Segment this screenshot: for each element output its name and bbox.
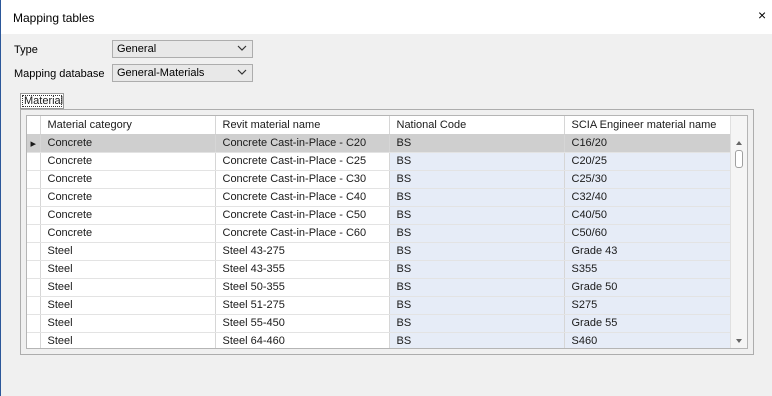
material-category-cell[interactable]: Steel: [40, 314, 216, 333]
material-category-cell[interactable]: Steel: [40, 332, 216, 348]
national-code-cell[interactable]: BS: [389, 278, 565, 297]
column-header-scia-material-name[interactable]: SCIA Engineer material name: [564, 116, 740, 135]
table-row[interactable]: Steel Steel 43-355 BS S355: [27, 260, 740, 279]
revit-material-cell[interactable]: Steel 55-450: [215, 314, 390, 333]
material-category-cell[interactable]: Steel: [40, 296, 216, 315]
national-code-cell[interactable]: BS: [389, 134, 565, 153]
table-row[interactable]: Concrete Concrete Cast-in-Place - C30 BS…: [27, 170, 740, 189]
chevron-down-icon: [237, 69, 247, 75]
table-row[interactable]: Concrete Concrete Cast-in-Place - C50 BS…: [27, 206, 740, 225]
revit-material-cell[interactable]: Steel 51-275: [215, 296, 390, 315]
material-table: Material category Revit material name Na…: [27, 116, 740, 348]
material-category-cell[interactable]: Steel: [40, 242, 216, 261]
revit-material-cell[interactable]: Concrete Cast-in-Place - C20: [215, 134, 390, 153]
material-category-cell[interactable]: Concrete: [40, 170, 216, 189]
scia-material-cell[interactable]: S275: [564, 296, 740, 315]
scia-material-cell[interactable]: Grade 55: [564, 314, 740, 333]
scia-material-cell[interactable]: C50/60: [564, 224, 740, 243]
close-button[interactable]: ×: [758, 5, 772, 27]
material-grid[interactable]: Material category Revit material name Na…: [26, 115, 748, 349]
national-code-cell[interactable]: BS: [389, 296, 565, 315]
column-header-material-category[interactable]: Material category: [40, 116, 216, 135]
scrollbar-thumb[interactable]: [735, 150, 743, 168]
column-header-national-code[interactable]: National Code: [389, 116, 565, 135]
material-category-cell[interactable]: Concrete: [40, 152, 216, 171]
national-code-cell[interactable]: BS: [389, 260, 565, 279]
national-code-cell[interactable]: BS: [389, 206, 565, 225]
national-code-cell[interactable]: BS: [389, 224, 565, 243]
revit-material-cell[interactable]: Concrete Cast-in-Place - C50: [215, 206, 390, 225]
table-row[interactable]: Steel Steel 50-355 BS Grade 50: [27, 278, 740, 297]
table-row[interactable]: Concrete Concrete Cast-in-Place - C40 BS…: [27, 188, 740, 207]
national-code-cell[interactable]: BS: [389, 314, 565, 333]
material-category-cell[interactable]: Steel: [40, 260, 216, 279]
focus-outline: [22, 95, 62, 107]
title-bar: Mapping tables ×: [1, 0, 772, 34]
tab-material[interactable]: Material: [20, 93, 64, 109]
table-row[interactable]: Concrete Concrete Cast-in-Place - C25 BS…: [27, 152, 740, 171]
revit-material-cell[interactable]: Steel 50-355: [215, 278, 390, 297]
revit-material-cell[interactable]: Steel 43-355: [215, 260, 390, 279]
type-select[interactable]: General: [112, 40, 253, 58]
revit-material-cell[interactable]: Concrete Cast-in-Place - C25: [215, 152, 390, 171]
table-row[interactable]: Steel Steel 43-275 BS Grade 43: [27, 242, 740, 261]
table-row[interactable]: ▸ Concrete Concrete Cast-in-Place - C20 …: [27, 134, 740, 153]
mapping-tables-dialog: Mapping tables × Type General Mapping da…: [0, 0, 772, 396]
revit-material-cell[interactable]: Concrete Cast-in-Place - C60: [215, 224, 390, 243]
scia-material-cell[interactable]: S460: [564, 332, 740, 348]
row-selector[interactable]: [27, 206, 41, 225]
mapping-database-value: General-Materials: [117, 67, 205, 79]
row-selector[interactable]: [27, 170, 41, 189]
row-selector[interactable]: [27, 296, 41, 315]
scia-material-cell[interactable]: C25/30: [564, 170, 740, 189]
revit-material-cell[interactable]: Steel 43-275: [215, 242, 390, 261]
table-row[interactable]: Steel Steel 55-450 BS Grade 55: [27, 314, 740, 333]
row-selector[interactable]: [27, 332, 41, 348]
scroll-down-arrow-icon[interactable]: [734, 336, 744, 346]
chevron-down-icon: [237, 45, 247, 51]
mapping-database-label: Mapping database: [14, 68, 105, 80]
material-group-box: Material category Revit material name Na…: [20, 109, 754, 355]
national-code-cell[interactable]: BS: [389, 242, 565, 261]
column-header-revit-material-name[interactable]: Revit material name: [215, 116, 390, 135]
window-title: Mapping tables: [13, 11, 95, 25]
type-select-value: General: [117, 43, 157, 55]
material-category-cell[interactable]: Concrete: [40, 134, 216, 153]
scia-material-cell[interactable]: C20/25: [564, 152, 740, 171]
scia-material-cell[interactable]: S355: [564, 260, 740, 279]
material-category-cell[interactable]: Concrete: [40, 224, 216, 243]
row-selector[interactable]: [27, 278, 41, 297]
vertical-scrollbar[interactable]: [730, 116, 747, 348]
row-selector-header: [27, 116, 41, 135]
row-selector[interactable]: [27, 188, 41, 207]
row-selector[interactable]: [27, 260, 41, 279]
scia-material-cell[interactable]: C16/20: [564, 134, 740, 153]
national-code-cell[interactable]: BS: [389, 170, 565, 189]
scia-material-cell[interactable]: C40/50: [564, 206, 740, 225]
header-row: Material category Revit material name Na…: [27, 116, 740, 135]
national-code-cell[interactable]: BS: [389, 152, 565, 171]
row-selector[interactable]: [27, 152, 41, 171]
table-row[interactable]: Steel Steel 64-460 BS S460: [27, 332, 740, 348]
row-selector[interactable]: [27, 242, 41, 261]
scia-material-cell[interactable]: Grade 50: [564, 278, 740, 297]
scia-material-cell[interactable]: C32/40: [564, 188, 740, 207]
row-selector[interactable]: [27, 314, 41, 333]
table-row[interactable]: Steel Steel 51-275 BS S275: [27, 296, 740, 315]
revit-material-cell[interactable]: Concrete Cast-in-Place - C30: [215, 170, 390, 189]
mapping-database-select[interactable]: General-Materials: [112, 64, 253, 82]
table-row[interactable]: Concrete Concrete Cast-in-Place - C60 BS…: [27, 224, 740, 243]
scia-material-cell[interactable]: Grade 43: [564, 242, 740, 261]
material-category-cell[interactable]: Concrete: [40, 206, 216, 225]
revit-material-cell[interactable]: Concrete Cast-in-Place - C40: [215, 188, 390, 207]
revit-material-cell[interactable]: Steel 64-460: [215, 332, 390, 348]
national-code-cell[interactable]: BS: [389, 188, 565, 207]
type-label: Type: [14, 44, 38, 56]
scroll-up-arrow-icon[interactable]: [734, 138, 744, 148]
material-category-cell[interactable]: Steel: [40, 278, 216, 297]
national-code-cell[interactable]: BS: [389, 332, 565, 348]
current-row-indicator-icon: ▸: [27, 134, 41, 153]
material-category-cell[interactable]: Concrete: [40, 188, 216, 207]
row-selector[interactable]: [27, 224, 41, 243]
